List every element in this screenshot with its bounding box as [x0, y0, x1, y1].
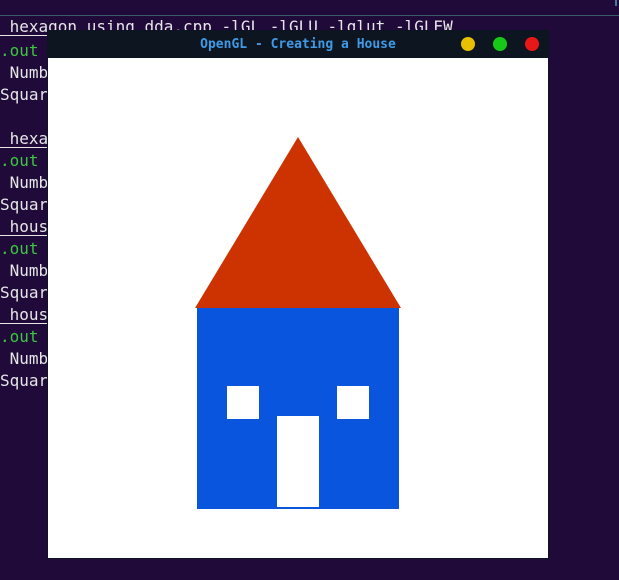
terminal-line: Numb: [0, 261, 49, 280]
house-window-right: [337, 386, 369, 419]
terminal-line: Numb: [0, 63, 49, 82]
terminal-line: Squar: [0, 195, 49, 214]
terminal-scroll-indicator: [615, 0, 617, 6]
close-button[interactable]: [525, 37, 539, 51]
window-titlebar[interactable]: OpenGL - Creating a House: [48, 31, 548, 58]
opengl-canvas: [48, 58, 548, 558]
terminal-line: .out: [0, 41, 39, 60]
terminal-top-edge: [0, 0, 619, 16]
desktop: hexagon_using_dda.cpp -lGL -lGLU -lglut …: [0, 0, 619, 580]
terminal-line: hous: [0, 217, 49, 236]
minimize-button[interactable]: [461, 37, 475, 51]
terminal-line: hous: [0, 305, 49, 324]
opengl-window[interactable]: OpenGL - Creating a House: [48, 31, 548, 558]
terminal-line: hexa: [0, 129, 49, 148]
terminal-line: .out: [0, 327, 39, 346]
house-door: [277, 416, 319, 507]
house-window-left: [227, 386, 259, 419]
terminal-line: Squar: [0, 85, 49, 104]
terminal-line: Squar: [0, 371, 49, 390]
terminal-line: Squar: [0, 283, 49, 302]
terminal-line: Numb: [0, 349, 49, 368]
terminal-line: .out: [0, 151, 39, 170]
maximize-button[interactable]: [493, 37, 507, 51]
terminal-line: Numb: [0, 173, 49, 192]
house-drawing: [48, 58, 548, 558]
terminal-line: .out: [0, 239, 39, 258]
